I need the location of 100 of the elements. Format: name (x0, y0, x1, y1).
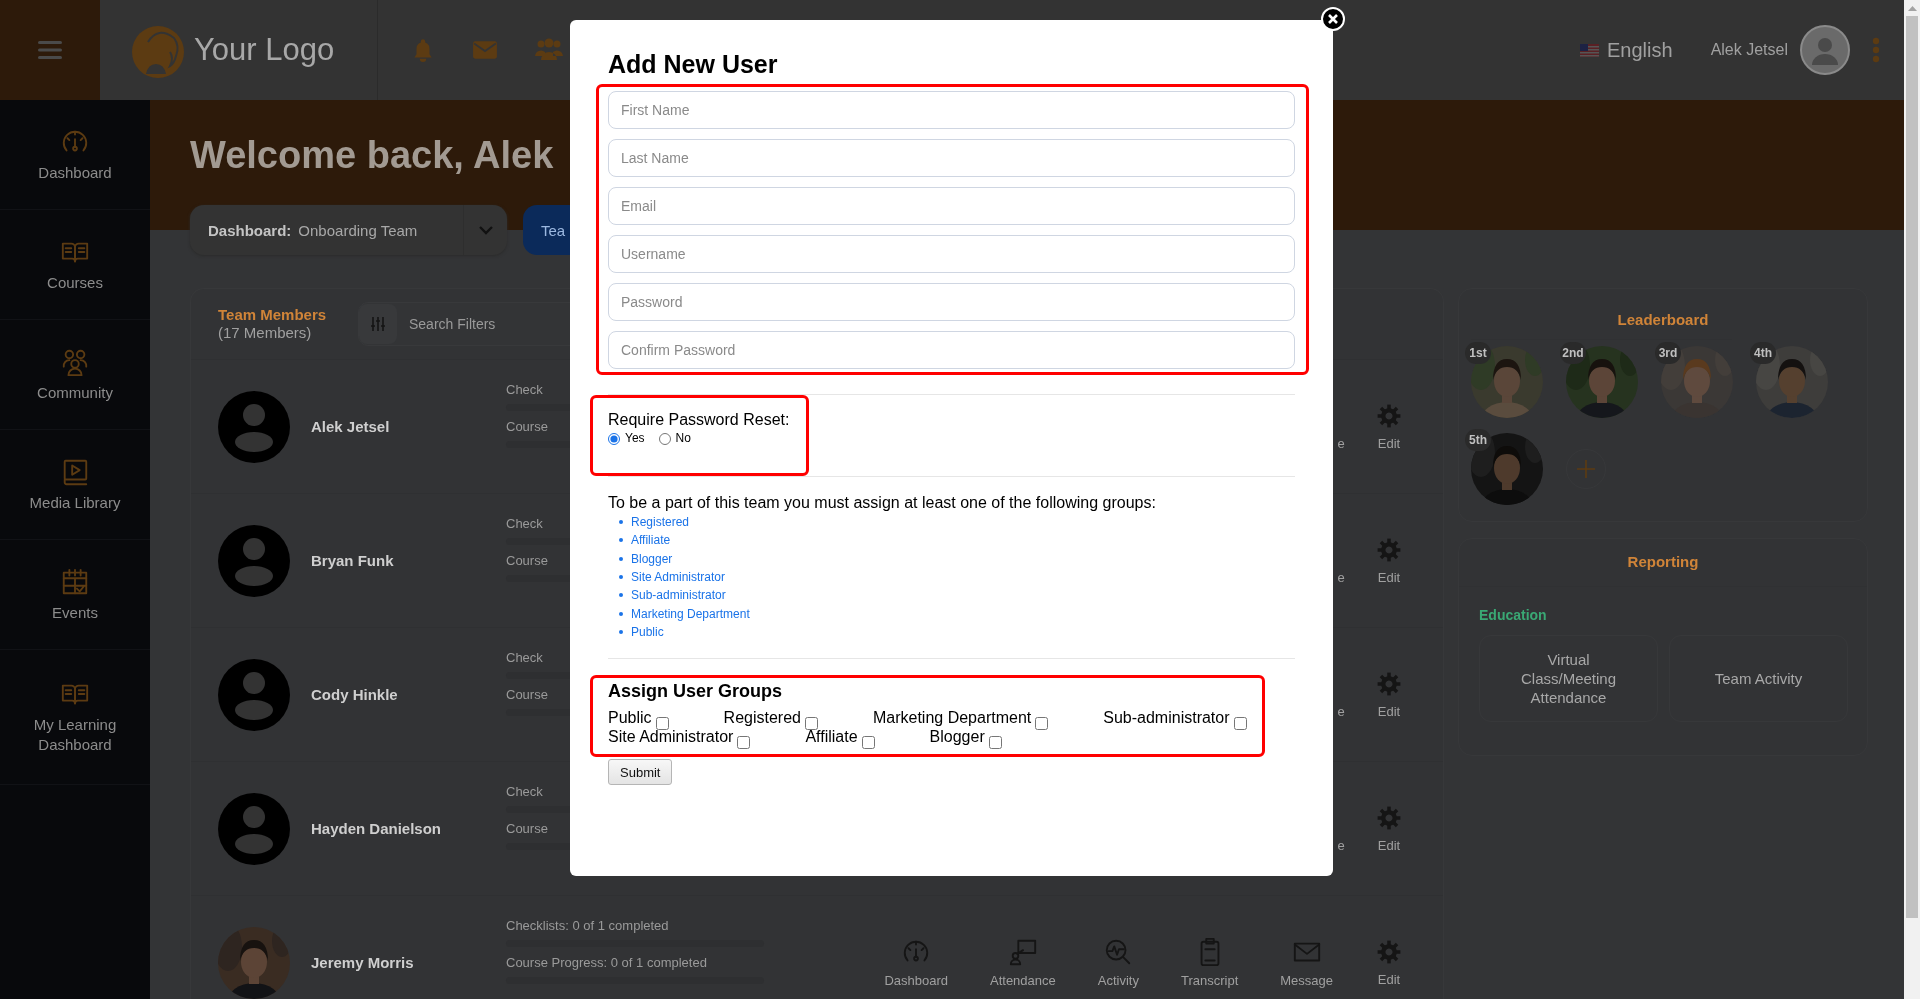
bullet-icon (619, 556, 623, 561)
action-button[interactable]: Activity (1097, 937, 1139, 988)
checkbox[interactable] (1233, 717, 1247, 731)
checkbox-option[interactable]: Sub-administrator (1103, 708, 1247, 728)
bullet-icon (619, 575, 623, 580)
input-field[interactable]: Username (608, 235, 1295, 273)
checkbox-option[interactable]: Affiliate (805, 727, 875, 747)
checkbox-option[interactable]: Blogger (929, 727, 1002, 747)
edit-button[interactable]: Edit (1375, 402, 1403, 451)
member-name[interactable]: Bryan Funk (311, 552, 506, 569)
checkbox[interactable] (1035, 717, 1049, 731)
bullet-icon (619, 629, 623, 634)
scroll-up-icon[interactable] (1907, 5, 1917, 11)
menu-icon (38, 40, 62, 60)
settings-icon (1375, 804, 1403, 832)
progress-label: Course (506, 821, 548, 837)
input-field[interactable]: Last Name (608, 139, 1295, 177)
progress-label: Course (506, 419, 548, 435)
radio-option[interactable]: No (658, 431, 691, 445)
radio-button[interactable] (608, 433, 620, 445)
checkbox-option[interactable]: Site Administrator (608, 727, 751, 747)
input-field[interactable]: Confirm Password (608, 331, 1295, 369)
action-button[interactable]: Dashboard (884, 937, 948, 988)
edit-button[interactable]: Edit (1375, 536, 1403, 585)
rank-badge: 5th (1465, 429, 1491, 451)
progress-label: Course (506, 553, 548, 569)
radio-option[interactable]: Yes (608, 431, 645, 445)
group-link[interactable]: Marketing Department (631, 606, 750, 621)
action-button[interactable]: Message (1280, 937, 1333, 988)
edit-button[interactable]: Edit (1375, 670, 1403, 719)
checkbox[interactable] (737, 736, 751, 750)
action-button[interactable]: Transcript (1180, 937, 1239, 988)
bullet-icon (619, 611, 623, 616)
settings-icon (1375, 402, 1403, 430)
checkbox[interactable] (988, 736, 1002, 750)
calendar-icon (60, 566, 90, 597)
edit-button[interactable]: Edit (1375, 938, 1403, 987)
report-tile[interactable]: Team Activity (1669, 635, 1848, 722)
members-title: Team Members (218, 306, 327, 324)
group-link[interactable]: Affiliate (631, 533, 671, 548)
rank-badge: 1st (1465, 342, 1491, 364)
progress-label: Checklists: 0 of 1 completed (506, 918, 669, 934)
checkbox-option[interactable]: Marketing Department (872, 708, 1049, 728)
progress-label: Course Progress: 0 of 1 completed (506, 955, 707, 971)
flag-icon[interactable] (1580, 43, 1599, 57)
language-selector[interactable]: English (1607, 38, 1673, 62)
progress-label: Check (506, 516, 543, 532)
progress-label: Course (506, 687, 548, 703)
section-heading: Education (1478, 606, 1548, 623)
rank-badge: 4th (1750, 342, 1776, 364)
member-count: (17 Members) (218, 324, 312, 342)
input-field[interactable]: Password (608, 283, 1295, 321)
avatar-icon (218, 390, 290, 463)
member-name[interactable]: Cody Hinkle (311, 686, 506, 703)
rank-badge: 2nd (1560, 342, 1586, 364)
dialog-title: Add New User (608, 49, 778, 79)
group-link[interactable]: Registered (631, 515, 690, 530)
plus-icon (1577, 460, 1595, 478)
action-button[interactable]: Attendance (990, 937, 1056, 988)
settings-icon (1375, 536, 1403, 564)
checkbox[interactable] (804, 717, 818, 731)
progress-label: Check (506, 650, 543, 666)
checkbox-option[interactable]: Public (608, 708, 669, 728)
logo-text: Your Logo (194, 32, 335, 68)
group-link[interactable]: Blogger (631, 551, 673, 566)
group-link[interactable]: Site Administrator (631, 570, 726, 585)
report-tile[interactable]: Virtual Class/Meeting Attendance (1479, 635, 1658, 722)
section-heading: Assign User Groups (608, 680, 783, 703)
bullet-icon (619, 520, 623, 525)
input-field[interactable]: Email (608, 187, 1295, 225)
member-name[interactable]: Alek Jetsel (311, 418, 506, 435)
progress-label: Check (506, 382, 543, 398)
checkbox[interactable] (655, 717, 669, 731)
settings-icon (1375, 670, 1403, 698)
welcome-heading: Welcome back, Alek (190, 133, 554, 178)
instruction-text: To be a part of this team you must assign at least one of the following groups: (608, 493, 1156, 513)
edit-button[interactable]: Edit (1375, 804, 1403, 853)
avatar-icon (218, 524, 290, 597)
avatar-icon (218, 658, 290, 731)
group-link[interactable]: Public (631, 624, 664, 639)
member-name[interactable]: Hayden Danielson (311, 820, 506, 837)
reporting-title: Reporting (1626, 552, 1700, 572)
submit-button[interactable]: Submit (608, 759, 673, 786)
presenter-icon (1007, 937, 1038, 967)
field-label: Require Password Reset: (608, 410, 790, 430)
dashboard-selector[interactable]: Dashboard: Onboarding Team (190, 205, 507, 255)
user-name: Alek Jetsel (1710, 41, 1788, 59)
bullet-icon (619, 593, 623, 598)
checkbox[interactable] (861, 736, 875, 750)
avatar-icon[interactable] (1800, 25, 1850, 75)
group-link[interactable]: Sub-administrator (631, 588, 726, 603)
action-label: e (1337, 436, 1345, 451)
progress-label: Check (506, 784, 543, 800)
chevron-down-icon (478, 225, 493, 235)
input-field[interactable]: First Name (608, 91, 1295, 129)
action-label: e (1337, 570, 1345, 585)
radio-button[interactable] (658, 433, 671, 445)
rank-badge: 3rd (1655, 342, 1681, 364)
member-name[interactable]: Jeremy Morris (311, 954, 506, 971)
checkbox-option[interactable]: Registered (723, 708, 818, 728)
